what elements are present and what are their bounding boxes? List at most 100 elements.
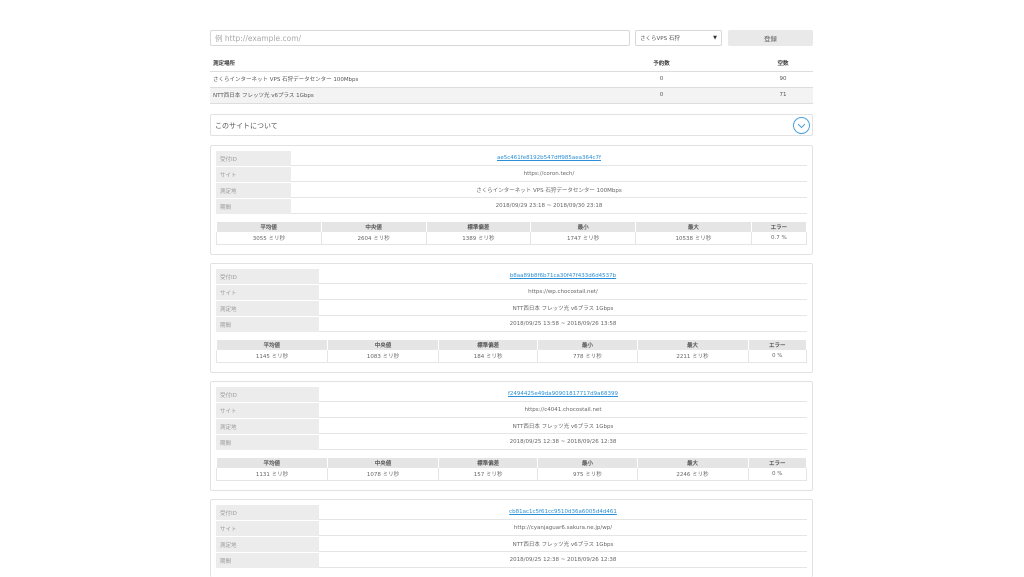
result-card: 受付ID ae5c461fe8192b547dff985aea364c7f サイ… — [210, 145, 813, 255]
url-input[interactable] — [210, 30, 630, 46]
stat-mean: 1131 ミリ秒 — [216, 468, 328, 481]
stat-max: 2211 ミリ秒 — [637, 350, 749, 363]
stat-max: 2246 ミリ秒 — [637, 468, 749, 481]
stat-error: 0 % — [748, 350, 807, 363]
info-row-site: サイト https://wp.chocostail.net/ — [216, 285, 807, 301]
caret-down-icon: ▼ — [713, 35, 717, 41]
stat-header-median: 中央値 — [327, 340, 439, 350]
site-label: サイト — [216, 403, 319, 418]
period-value: 2018/09/25 12:38 ~ 2018/09/26 12:38 — [319, 435, 807, 450]
period-label: 期間 — [216, 435, 319, 450]
result-id-link[interactable]: ae5c461fe8192b547dff985aea364c7f — [291, 151, 807, 166]
location-name: NTT西日本 フレッツ光 v6プラス 1Gbps — [210, 87, 633, 104]
place-label: 測定地 — [216, 301, 319, 316]
stat-header-min: 最小 — [537, 458, 638, 468]
id-label: 受付ID — [216, 505, 319, 520]
location-name: さくらインターネット VPS 石狩データセンター 100Mbps — [210, 71, 633, 88]
stat-mean: 3055 ミリ秒 — [216, 232, 322, 245]
stat-header-stddev: 標準偏差 — [426, 222, 532, 232]
info-row-period: 期間 2018/09/25 13:58 ~ 2018/09/26 13:58 — [216, 317, 807, 333]
stats-table: 平均値 中央値 標準偏差 最小 最大 エラー 1131 ミリ秒 1078 ミリ秒… — [216, 458, 807, 481]
stat-header-error: エラー — [748, 340, 807, 350]
stat-header-stddev: 標準偏差 — [438, 340, 539, 350]
info-row-place: 測定地 NTT西日本 フレッツ光 v6プラス 1Gbps — [216, 419, 807, 435]
header-spacer — [693, 56, 753, 72]
stat-header-max: 最大 — [637, 458, 749, 468]
stat-header-min: 最小 — [530, 222, 636, 232]
site-value: http://cyanjaguar6.sakura.ne.jp/wp/ — [319, 521, 807, 536]
place-value: NTT西日本 フレッツ光 v6プラス 1Gbps — [319, 419, 807, 434]
info-row-site: サイト http://cyanjaguar6.sakura.ne.jp/wp/ — [216, 521, 807, 537]
location-header: 測定場所 — [210, 56, 633, 72]
row-spacer — [693, 87, 753, 104]
period-value: 2018/09/25 13:58 ~ 2018/09/26 13:58 — [319, 317, 807, 332]
info-row-id: 受付ID f2494425e49da90901817717d9a68399 — [216, 387, 807, 403]
stat-header-stddev: 標準偏差 — [438, 458, 539, 468]
vacant-count: 71 — [753, 87, 813, 104]
id-label: 受付ID — [216, 151, 291, 166]
stat-header-mean: 平均値 — [216, 340, 328, 350]
site-value: https://c4041.chocostail.net — [319, 403, 807, 418]
stat-median: 1083 ミリ秒 — [327, 350, 439, 363]
period-label: 期間 — [216, 317, 319, 332]
info-row-period: 期間 2018/09/25 12:38 ~ 2018/09/26 12:38 — [216, 553, 807, 569]
site-label: サイト — [216, 285, 319, 300]
stat-max: 10538 ミリ秒 — [635, 232, 752, 245]
stat-stddev: 157 ミリ秒 — [438, 468, 539, 481]
info-row-site: サイト https://c4041.chocostail.net — [216, 403, 807, 419]
stat-stddev: 1389 ミリ秒 — [426, 232, 532, 245]
place-label: 測定地 — [216, 183, 291, 198]
register-button[interactable]: 登録 — [728, 30, 813, 46]
location-select[interactable]: さくらVPS 石狩 ▼ — [635, 30, 722, 46]
site-label: サイト — [216, 167, 291, 182]
stat-header-error: エラー — [748, 458, 807, 468]
location-row: さくらインターネット VPS 石狩データセンター 100Mbps 0 90 — [210, 71, 813, 88]
stat-header-median: 中央値 — [327, 458, 439, 468]
info-row-site: サイト https://coron.tech/ — [216, 167, 807, 183]
location-table: 測定場所 予約数 空数 さくらインターネット VPS 石狩データセンター 100… — [210, 56, 813, 104]
stat-header-error: エラー — [751, 222, 808, 232]
info-row-id: 受付ID ae5c461fe8192b547dff985aea364c7f — [216, 151, 807, 167]
period-label: 期間 — [216, 199, 291, 214]
vacant-header: 空数 — [753, 56, 813, 72]
info-row-place: 測定地 NTT西日本 フレッツ光 v6プラス 1Gbps — [216, 301, 807, 317]
place-label: 測定地 — [216, 419, 319, 434]
row-spacer — [693, 71, 753, 88]
result-card: 受付ID b8aa89b8f6b71ca30f47f433d6d4537b サイ… — [210, 263, 813, 373]
about-panel[interactable]: このサイトについて — [210, 114, 813, 136]
stats-table: 平均値 中央値 標準偏差 最小 最大 エラー 3055 ミリ秒 2604 ミリ秒… — [216, 222, 808, 245]
stats-table: 平均値 中央値 標準偏差 最小 最大 エラー 1145 ミリ秒 1083 ミリ秒… — [216, 340, 807, 363]
stat-mean: 1145 ミリ秒 — [216, 350, 328, 363]
stat-min: 1747 ミリ秒 — [530, 232, 636, 245]
info-row-id: 受付ID b8aa89b8f6b71ca30f47f433d6d4537b — [216, 269, 807, 285]
info-row-place: 測定地 NTT西日本 フレッツ光 v6プラス 1Gbps — [216, 537, 807, 553]
stat-median: 2604 ミリ秒 — [321, 232, 427, 245]
stat-header-max: 最大 — [635, 222, 752, 232]
info-row-place: 測定地 さくらインターネット VPS 石狩データセンター 100Mbps — [216, 183, 807, 199]
site-value: https://coron.tech/ — [291, 167, 807, 182]
register-form: さくらVPS 石狩 ▼ 登録 — [210, 30, 813, 46]
result-card: 受付ID f2494425e49da90901817717d9a68399 サイ… — [210, 381, 813, 491]
chevron-down-icon[interactable] — [793, 117, 810, 134]
stat-stddev: 184 ミリ秒 — [438, 350, 539, 363]
place-value: NTT西日本 フレッツ光 v6プラス 1Gbps — [319, 537, 807, 552]
stat-error: 0 % — [748, 468, 807, 481]
place-value: さくらインターネット VPS 石狩データセンター 100Mbps — [291, 183, 807, 198]
reserved-header: 予約数 — [633, 56, 693, 72]
stat-header-median: 中央値 — [321, 222, 427, 232]
about-label: このサイトについて — [215, 122, 278, 130]
result-id-link[interactable]: f2494425e49da90901817717d9a68399 — [319, 387, 807, 402]
site-label: サイト — [216, 521, 319, 536]
location-table-header: 測定場所 予約数 空数 — [210, 56, 813, 72]
info-row-period: 期間 2018/09/25 12:38 ~ 2018/09/26 12:38 — [216, 435, 807, 451]
place-label: 測定地 — [216, 537, 319, 552]
result-id-link[interactable]: b8aa89b8f6b71ca30f47f433d6d4537b — [319, 269, 807, 284]
location-select-value: さくらVPS 石狩 — [640, 36, 680, 42]
stat-min: 778 ミリ秒 — [537, 350, 638, 363]
reserved-count: 0 — [633, 71, 693, 88]
location-row: NTT西日本 フレッツ光 v6プラス 1Gbps 0 71 — [210, 87, 813, 104]
result-id-link[interactable]: cb81ac1c5f61cc9510d36a6005d4d461 — [319, 505, 807, 520]
stat-header-mean: 平均値 — [216, 222, 322, 232]
id-label: 受付ID — [216, 269, 319, 284]
info-row-period: 期間 2018/09/29 23:18 ~ 2018/09/30 23:18 — [216, 199, 807, 215]
